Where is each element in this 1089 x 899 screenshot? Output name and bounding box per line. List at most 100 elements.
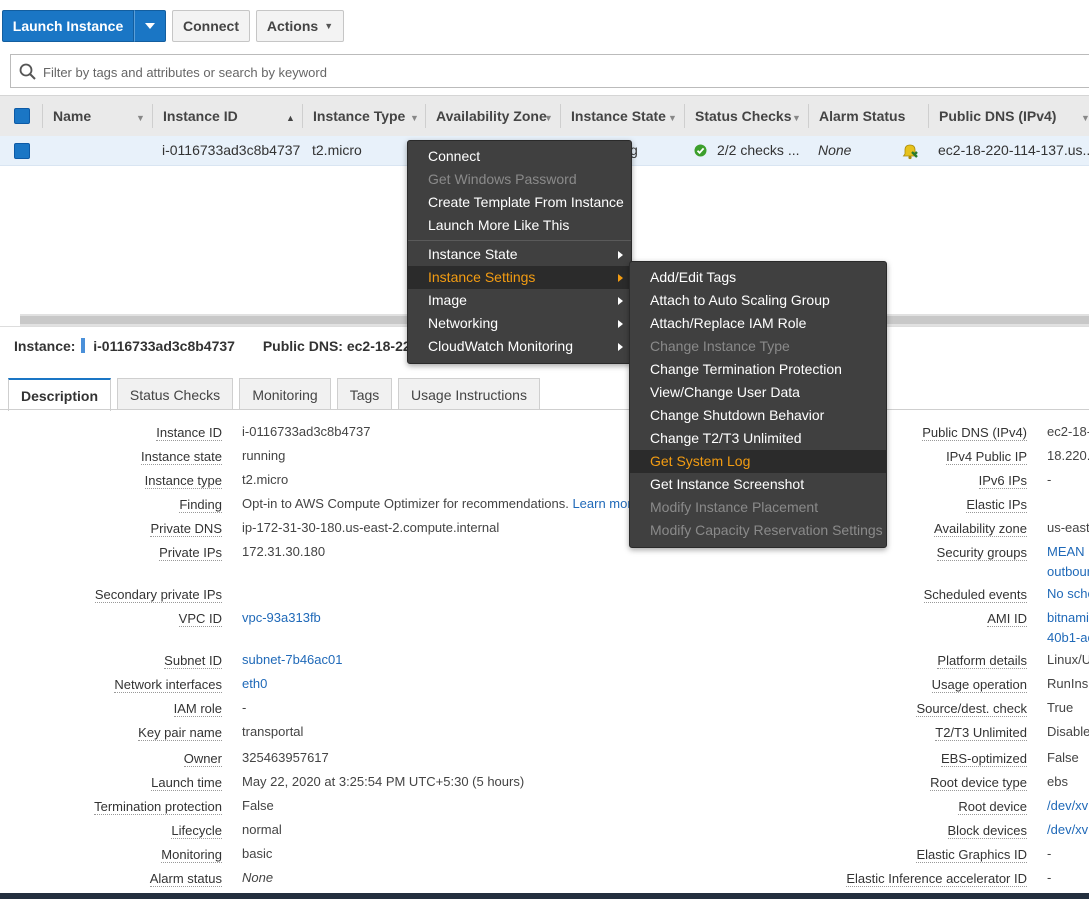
tab-description[interactable]: Description: [8, 378, 111, 411]
detail-label: VPC ID: [178, 611, 222, 627]
sort-caret-icon[interactable]: ▼: [544, 113, 553, 123]
menu-item-create-template[interactable]: Create Template From Instance: [408, 191, 631, 214]
sort-caret-icon[interactable]: ▼: [668, 113, 677, 123]
search-bar[interactable]: [10, 54, 1089, 89]
launch-instance-dropdown[interactable]: [134, 10, 166, 42]
cell-alarm-status: None: [818, 142, 852, 158]
detail-value: ec2-18-: [1047, 424, 1089, 439]
tab-label: Monitoring: [252, 386, 318, 403]
menu-item-modify-capacity-reservation: Modify Capacity Reservation Settings: [650, 522, 883, 538]
instance-settings-submenu: Add/Edit Tags Attach to Auto Scaling Gro…: [629, 261, 887, 548]
security-group-rules-link[interactable]: outbour: [1047, 564, 1089, 579]
tab-usage-instructions[interactable]: Usage Instructions: [398, 378, 540, 410]
tab-status-checks[interactable]: Status Checks: [117, 378, 233, 410]
column-header-instance-type[interactable]: Instance Type: [313, 96, 405, 136]
select-all-checkbox[interactable]: [14, 108, 30, 124]
root-device-link[interactable]: /dev/xv: [1047, 798, 1088, 813]
detail-value: -: [1047, 846, 1052, 861]
menu-item-instance-settings[interactable]: Instance Settings: [408, 266, 631, 289]
menu-item-get-system-log[interactable]: Get System Log: [630, 450, 886, 473]
menu-item-attach-iam-role[interactable]: Attach/Replace IAM Role: [630, 312, 886, 335]
instance-color-marker: [81, 338, 86, 353]
detail-label: Root device type: [930, 775, 1027, 791]
submenu-arrow-icon: [618, 320, 623, 328]
detail-label: Instance ID: [156, 425, 222, 441]
detail-value: Disable: [1047, 724, 1089, 739]
detail-label: Platform details: [937, 653, 1027, 669]
sort-caret-icon[interactable]: ▼: [410, 113, 419, 123]
footer-bar: [0, 893, 1089, 899]
menu-item-change-shutdown-behavior[interactable]: Change Shutdown Behavior: [630, 404, 886, 427]
sort-caret-icon[interactable]: ▼: [136, 113, 145, 123]
detail-value: basic: [242, 846, 273, 861]
connect-label: Connect: [183, 18, 239, 34]
detail-label: Security groups: [936, 545, 1027, 561]
ami-id-link[interactable]: bitnami: [1047, 610, 1089, 625]
detail-label: Scheduled events: [923, 587, 1027, 603]
caret-down-icon: [145, 23, 155, 29]
scheduled-events-link[interactable]: No sche: [1047, 586, 1089, 601]
search-input[interactable]: [41, 55, 945, 89]
detail-value: -: [1047, 870, 1052, 885]
column-header-availability-zone[interactable]: Availability Zone: [436, 96, 547, 136]
search-icon: [19, 63, 36, 80]
menu-item-connect[interactable]: Connect: [408, 145, 631, 168]
menu-item-add-edit-tags[interactable]: Add/Edit Tags: [630, 266, 886, 289]
detail-value: False: [242, 798, 274, 813]
detail-value: 172.31.30.180: [242, 544, 326, 559]
column-header-status-checks[interactable]: Status Checks: [695, 96, 791, 136]
tab-monitoring[interactable]: Monitoring: [239, 378, 331, 410]
tab-label: Tags: [349, 386, 380, 403]
detail-label: Finding: [179, 497, 222, 513]
menu-item-change-t2t3-unlimited[interactable]: Change T2/T3 Unlimited: [630, 427, 886, 450]
menu-item-cloudwatch-monitoring[interactable]: CloudWatch Monitoring: [408, 335, 631, 358]
detail-value: running: [242, 448, 286, 463]
vpc-id-link[interactable]: vpc-93a313fb: [242, 610, 321, 625]
tab-tags[interactable]: Tags: [337, 378, 392, 410]
detail-label: Public DNS (IPv4): [922, 425, 1027, 441]
detail-value: i-0116733ad3c8b4737: [242, 424, 371, 439]
menu-divider: [408, 240, 631, 241]
menu-item-launch-more[interactable]: Launch More Like This: [408, 214, 631, 237]
detail-label: EBS-optimized: [941, 751, 1027, 767]
connect-button[interactable]: Connect: [172, 10, 250, 42]
menu-item-instance-state[interactable]: Instance State: [408, 243, 631, 266]
menu-item-attach-asg[interactable]: Attach to Auto Scaling Group: [630, 289, 886, 312]
detail-value: Linux/U: [1047, 652, 1089, 667]
detail-label: Key pair name: [138, 725, 222, 741]
column-header-instance-id[interactable]: Instance ID: [163, 96, 238, 136]
ami-id-link-cont[interactable]: 40b1-ac: [1047, 630, 1089, 645]
detail-label: T2/T3 Unlimited: [935, 725, 1027, 741]
detail-value: May 22, 2020 at 3:25:54 PM UTC+5:30 (5 h…: [242, 774, 525, 789]
column-header-name[interactable]: Name: [53, 96, 91, 136]
launch-instance-button[interactable]: Launch Instance: [2, 10, 134, 42]
sort-caret-icon[interactable]: ▼: [792, 113, 801, 123]
detail-label: Secondary private IPs: [94, 587, 222, 603]
menu-item-view-user-data[interactable]: View/Change User Data: [630, 381, 886, 404]
actions-button[interactable]: Actions ▼: [256, 10, 344, 42]
detail-label: IAM role: [173, 701, 222, 717]
alarm-bell-icon[interactable]: [901, 142, 919, 160]
detail-value: 325463957617: [242, 750, 329, 765]
sort-ascending-icon[interactable]: ▲: [286, 113, 295, 123]
subnet-id-link[interactable]: subnet-7b46ac01: [242, 652, 342, 667]
cell-instance-type: t2.micro: [312, 142, 362, 158]
row-checkbox[interactable]: [14, 143, 30, 159]
learn-more-link[interactable]: Learn mor: [572, 496, 631, 511]
column-header-instance-state[interactable]: Instance State: [571, 96, 666, 136]
network-interface-link[interactable]: eth0: [242, 676, 267, 691]
menu-item-image[interactable]: Image: [408, 289, 631, 312]
detail-value: RunIns: [1047, 676, 1089, 691]
column-header-alarm-status[interactable]: Alarm Status: [819, 96, 905, 136]
detail-label: IPv4 Public IP: [946, 449, 1027, 465]
menu-item-get-windows-password: Get Windows Password: [428, 171, 577, 187]
menu-item-networking[interactable]: Networking: [408, 312, 631, 335]
menu-item-get-instance-screenshot[interactable]: Get Instance Screenshot: [630, 473, 886, 496]
detail-label: Elastic Inference accelerator ID: [846, 871, 1027, 887]
column-header-public-dns[interactable]: Public DNS (IPv4): [939, 96, 1056, 136]
cell-status-checks[interactable]: 2/2 checks ...: [717, 136, 799, 165]
security-group-link[interactable]: MEAN: [1047, 544, 1085, 559]
sort-caret-icon[interactable]: ▼: [1081, 113, 1089, 123]
block-device-link[interactable]: /dev/xv: [1047, 822, 1088, 837]
menu-item-change-termination-protection[interactable]: Change Termination Protection: [630, 358, 886, 381]
